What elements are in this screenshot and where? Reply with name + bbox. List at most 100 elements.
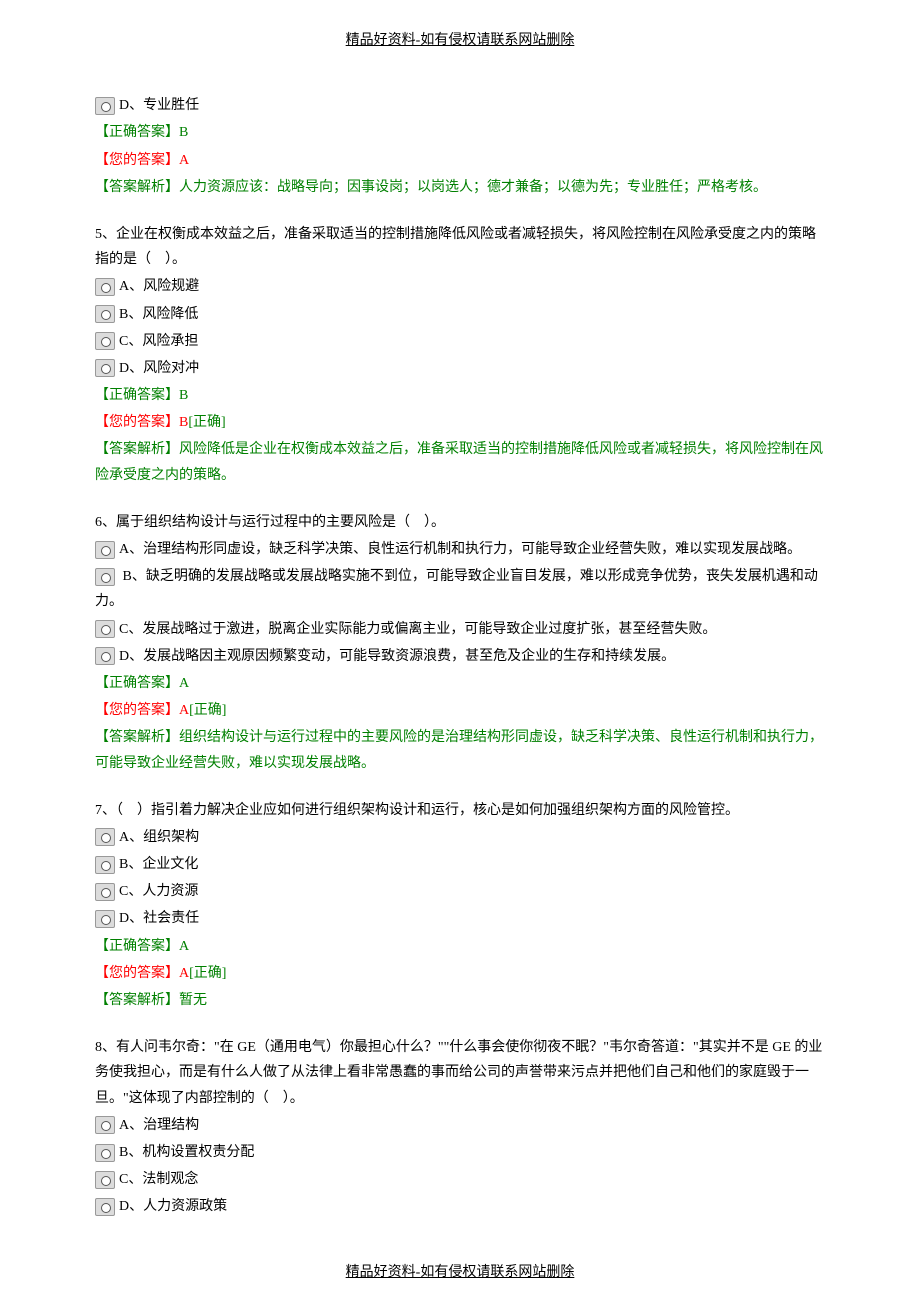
correct-answer-label: 【正确答案】 [95,676,179,691]
radio-icon[interactable] [95,568,115,586]
radio-icon[interactable] [95,359,115,377]
your-answer-line: 【您的答案】A[正确] [95,961,825,986]
option-d-text: D、发展战略因主观原因频繁变动，可能导致资源浪费，甚至危及企业的生存和持续发展。 [119,644,675,669]
option-c-row: C、发展战略过于激进，脱离企业实际能力或偏离主业，可能导致企业过度扩张，甚至经营… [95,617,825,642]
option-d-row: D、专业胜任 [95,93,825,118]
question-4-tail: D、专业胜任 【正确答案】B 【您的答案】A 【答案解析】人力资源应该：战略导向… [95,93,825,200]
radio-icon[interactable] [95,856,115,874]
option-b-text: B、缺乏明确的发展战略或发展战略实施不到位，可能导致企业盲目发展，难以形成竞争优… [95,569,818,609]
question-8: 8、有人问韦尔奇："在 GE（通用电气）你最担心什么？""什么事会使你彻夜不眠？… [95,1035,825,1219]
question-text: 8、有人问韦尔奇："在 GE（通用电气）你最担心什么？""什么事会使你彻夜不眠？… [95,1035,825,1111]
option-d-text: D、人力资源政策 [119,1194,227,1219]
your-answer-label: 【您的答案】 [95,966,179,981]
radio-icon[interactable] [95,620,115,638]
explanation-label: 【答案解析】 [95,993,179,1008]
explanation-text: 组织结构设计与运行过程中的主要风险的是治理结构形同虚设，缺乏科学决策、良性运行机… [95,730,823,770]
radio-icon[interactable] [95,1198,115,1216]
correct-answer-line: 【正确答案】A [95,671,825,696]
explanation-label: 【答案解析】 [95,730,179,745]
radio-icon[interactable] [95,1116,115,1134]
option-d-text: D、专业胜任 [119,93,199,118]
question-text: 6、属于组织结构设计与运行过程中的主要风险是（ ）。 [95,510,825,535]
radio-icon[interactable] [95,1144,115,1162]
question-7: 7、（ ）指引着力解决企业应如何进行组织架构设计和运行，核心是如何加强组织架构方… [95,798,825,1014]
correct-answer-label: 【正确答案】 [95,939,179,954]
option-b-row: B、机构设置权责分配 [95,1140,825,1165]
explanation-label: 【答案解析】 [95,180,179,195]
option-c-text: C、风险承担 [119,329,198,354]
option-b-row: B、风险降低 [95,302,825,327]
explanation-line: 【答案解析】组织结构设计与运行过程中的主要风险的是治理结构形同虚设，缺乏科学决策… [95,725,825,775]
option-d-row: D、人力资源政策 [95,1194,825,1219]
option-c-text: C、发展战略过于激进，脱离企业实际能力或偏离主业，可能导致企业过度扩张，甚至经营… [119,617,716,642]
option-b-text: B、企业文化 [119,852,198,877]
option-a-row: A、组织架构 [95,825,825,850]
correct-answer-label: 【正确答案】 [95,388,179,403]
radio-icon[interactable] [95,97,115,115]
option-b-text: B、风险降低 [119,302,198,327]
explanation-line: 【答案解析】人力资源应该：战略导向；因事设岗；以岗选人；德才兼备；以德为先；专业… [95,175,825,200]
your-answer-line: 【您的答案】A[正确] [95,698,825,723]
option-c-row: C、风险承担 [95,329,825,354]
radio-icon[interactable] [95,828,115,846]
radio-icon[interactable] [95,910,115,928]
explanation-text: 暂无 [179,993,207,1008]
page-header: 精品好资料-如有侵权请联系网站删除 [95,28,825,53]
your-answer-line: 【您的答案】B[正确] [95,410,825,435]
option-d-text: D、社会责任 [119,906,199,931]
your-answer-label: 【您的答案】 [95,153,179,168]
correct-mark: [正确] [189,966,226,981]
correct-answer-value: A [179,939,189,954]
question-5: 5、企业在权衡成本效益之后，准备采取适当的控制措施降低风险或者减轻损失，将风险控… [95,222,825,488]
radio-icon[interactable] [95,278,115,296]
your-answer-line: 【您的答案】A [95,148,825,173]
option-a-row: A、治理结构 [95,1113,825,1138]
option-c-row: C、法制观念 [95,1167,825,1192]
question-text: 5、企业在权衡成本效益之后，准备采取适当的控制措施降低风险或者减轻损失，将风险控… [95,222,825,272]
option-c-text: C、法制观念 [119,1167,198,1192]
radio-icon[interactable] [95,541,115,559]
option-d-row: D、发展战略因主观原因频繁变动，可能导致资源浪费，甚至危及企业的生存和持续发展。 [95,644,825,669]
radio-icon[interactable] [95,332,115,350]
your-answer-label: 【您的答案】 [95,703,179,718]
correct-answer-line: 【正确答案】B [95,383,825,408]
your-answer-value: A [179,153,189,168]
page-footer: 精品好资料-如有侵权请联系网站删除 [95,1260,825,1285]
your-answer-value: A [179,703,189,718]
explanation-text: 人力资源应该：战略导向；因事设岗；以岗选人；德才兼备；以德为先；专业胜任；严格考… [179,180,767,195]
question-6: 6、属于组织结构设计与运行过程中的主要风险是（ ）。 A、治理结构形同虚设，缺乏… [95,510,825,776]
explanation-line: 【答案解析】暂无 [95,988,825,1013]
radio-icon[interactable] [95,305,115,323]
explanation-label: 【答案解析】 [95,442,179,457]
option-b-row: B、企业文化 [95,852,825,877]
option-c-text: C、人力资源 [119,879,198,904]
option-a-text: A、组织架构 [119,825,199,850]
correct-answer-label: 【正确答案】 [95,125,179,140]
your-answer-value: A [179,966,189,981]
correct-answer-value: B [179,125,188,140]
option-b-text: B、机构设置权责分配 [119,1140,254,1165]
option-a-text: A、风险规避 [119,274,199,299]
correct-answer-value: A [179,676,189,691]
option-d-row: D、社会责任 [95,906,825,931]
correct-answer-line: 【正确答案】A [95,934,825,959]
explanation-line: 【答案解析】风险降低是企业在权衡成本效益之后，准备采取适当的控制措施降低风险或者… [95,437,825,487]
option-c-row: C、人力资源 [95,879,825,904]
option-a-text: A、治理结构 [119,1113,199,1138]
option-d-text: D、风险对冲 [119,356,199,381]
radio-icon[interactable] [95,883,115,901]
explanation-text: 风险降低是企业在权衡成本效益之后，准备采取适当的控制措施降低风险或者减轻损失，将… [95,442,823,482]
your-answer-value: B [179,415,188,430]
correct-answer-value: B [179,388,188,403]
option-b-row: B、缺乏明确的发展战略或发展战略实施不到位，可能导致企业盲目发展，难以形成竞争优… [95,564,825,614]
option-a-row: A、风险规避 [95,274,825,299]
question-text: 7、（ ）指引着力解决企业应如何进行组织架构设计和运行，核心是如何加强组织架构方… [95,798,825,823]
option-d-row: D、风险对冲 [95,356,825,381]
option-a-row: A、治理结构形同虚设，缺乏科学决策、良性运行机制和执行力，可能导致企业经营失败，… [95,537,825,562]
correct-mark: [正确] [189,703,226,718]
radio-icon[interactable] [95,647,115,665]
your-answer-label: 【您的答案】 [95,415,179,430]
option-a-text: A、治理结构形同虚设，缺乏科学决策、良性运行机制和执行力，可能导致企业经营失败，… [119,537,801,562]
radio-icon[interactable] [95,1171,115,1189]
correct-mark: [正确] [188,415,225,430]
